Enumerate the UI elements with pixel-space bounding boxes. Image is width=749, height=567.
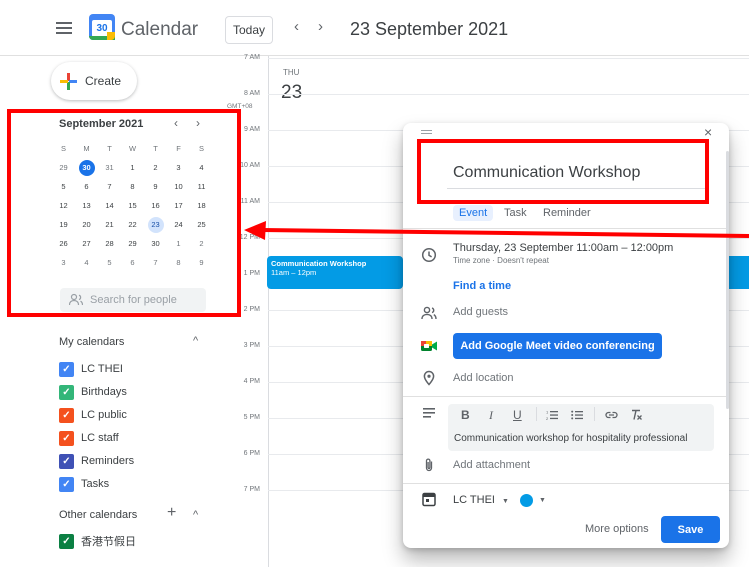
- checkbox-checked-icon[interactable]: ✓: [59, 533, 74, 549]
- location-icon: [423, 370, 435, 386]
- other-calendars-title[interactable]: Other calendars: [59, 509, 137, 521]
- find-a-time-link[interactable]: Find a time: [453, 280, 511, 292]
- collapse-my-calendars-icon[interactable]: ^: [193, 335, 198, 347]
- add-guests[interactable]: Add guests: [453, 306, 508, 318]
- main-menu-icon[interactable]: [56, 22, 72, 37]
- calendar-label: Birthdays: [81, 386, 127, 398]
- calendar-select[interactable]: LC THEI ▼: [453, 494, 509, 506]
- event-block-time: 11am – 12pm: [271, 268, 317, 277]
- calendar-event-edge: [728, 256, 749, 289]
- event-color-select[interactable]: ▼: [520, 494, 546, 507]
- chevron-down-icon: ▼: [502, 498, 509, 505]
- attachment-icon: [425, 458, 433, 472]
- previous-day-icon[interactable]: ‹: [294, 18, 299, 35]
- link-icon[interactable]: [605, 410, 618, 420]
- time-label: 9 AM: [244, 126, 260, 133]
- event-color-swatch: [520, 494, 533, 507]
- create-label: Create: [85, 74, 122, 88]
- red-arrow: [244, 221, 749, 240]
- hour-line: [268, 58, 749, 59]
- event-description[interactable]: Communication workshop for hospitality p…: [454, 433, 687, 444]
- calendar-label: LC public: [81, 409, 127, 421]
- add-location[interactable]: Add location: [453, 372, 514, 384]
- italic-icon[interactable]: I: [489, 408, 493, 423]
- add-google-meet-button[interactable]: Add Google Meet video conferencing: [453, 333, 662, 359]
- bold-icon[interactable]: B: [461, 408, 470, 422]
- description-icon: [423, 408, 435, 418]
- chevron-down-icon: ▼: [539, 497, 546, 504]
- save-button[interactable]: Save: [661, 516, 720, 543]
- more-options-button[interactable]: More options: [585, 523, 649, 535]
- underline-icon[interactable]: U: [513, 408, 522, 422]
- checkbox-checked-icon[interactable]: ✓: [59, 361, 74, 377]
- time-label: 2 PM: [243, 306, 260, 313]
- svg-text:1: 1: [546, 410, 549, 415]
- toolbar-divider: [536, 407, 537, 421]
- timezone-repeat[interactable]: Time zone · Doesn't repeat: [453, 256, 549, 265]
- add-guests-icon: [421, 306, 437, 320]
- numbered-list-icon[interactable]: 1 2: [546, 409, 558, 421]
- time-label: 8 AM: [244, 90, 260, 97]
- calendar-label: Reminders: [81, 455, 135, 467]
- top-bar: 30 Calendar Today ‹ › 23 September 2021: [0, 0, 749, 56]
- current-date-title: 23 September 2021: [350, 19, 509, 39]
- app-name: Calendar: [121, 19, 199, 40]
- calendar-list-item[interactable]: ✓ Reminders: [59, 452, 134, 470]
- event-block-title: Communication Workshop: [271, 259, 367, 268]
- my-calendars-title[interactable]: My calendars: [59, 336, 124, 348]
- clock-icon: [421, 247, 437, 263]
- calendar-icon: [422, 492, 436, 507]
- time-label: 7 AM: [244, 54, 260, 61]
- time-label: 7 PM: [243, 486, 260, 493]
- calendar-list-item[interactable]: ✓ LC staff: [59, 429, 119, 447]
- calendar-label: LC THEI: [81, 363, 123, 375]
- hour-line: [268, 94, 749, 95]
- dialog-divider: [403, 483, 729, 484]
- calendar-event[interactable]: Communication Workshop 11am – 12pm: [267, 256, 403, 289]
- time-label: 5 PM: [243, 414, 260, 421]
- calendar-list-item[interactable]: ✓ LC THEI: [59, 360, 123, 378]
- time-label: 1 PM: [243, 270, 260, 277]
- calendar-list-item[interactable]: ✓ Birthdays: [59, 383, 127, 401]
- add-attachment[interactable]: Add attachment: [453, 459, 530, 471]
- calendar-list-item[interactable]: ✓ Tasks: [59, 475, 109, 493]
- calendar-label: LC staff: [81, 432, 119, 444]
- bulleted-list-icon[interactable]: [571, 409, 583, 421]
- checkbox-checked-icon[interactable]: ✓: [59, 430, 74, 446]
- checkbox-checked-icon[interactable]: ✓: [59, 476, 74, 492]
- collapse-other-calendars-icon[interactable]: ^: [193, 509, 198, 521]
- calendar-label: Tasks: [81, 478, 110, 490]
- calendar-list-item[interactable]: ✓ 香港节假日: [59, 532, 136, 550]
- google-meet-icon: [421, 341, 437, 351]
- time-label: 3 PM: [243, 342, 260, 349]
- remove-formatting-icon[interactable]: [630, 409, 643, 421]
- highlight-mini-calendar: [7, 109, 241, 317]
- calendar-label: 香港节假日: [81, 536, 136, 548]
- toolbar-divider: [594, 407, 595, 421]
- time-label: 4 PM: [243, 378, 260, 385]
- calendar-app: 30 Calendar Today ‹ › 23 September 2021 …: [0, 0, 749, 567]
- time-label: 6 PM: [243, 450, 260, 457]
- today-button[interactable]: Today: [225, 16, 273, 44]
- checkbox-checked-icon[interactable]: ✓: [59, 407, 74, 423]
- highlight-title-field: [417, 139, 709, 204]
- time-label: 11 AM: [240, 198, 260, 205]
- calendar-logo-icon: 30: [89, 14, 115, 40]
- dialog-scrollbar[interactable]: [726, 151, 729, 409]
- calendar-select-label: LC THEI: [453, 494, 495, 506]
- add-other-calendar-icon[interactable]: +: [167, 504, 176, 522]
- svg-text:2: 2: [546, 416, 549, 421]
- day-of-week-header: THU: [283, 68, 300, 77]
- checkbox-checked-icon[interactable]: ✓: [59, 384, 74, 400]
- drag-handle-icon[interactable]: [421, 130, 432, 136]
- plus-icon: [60, 73, 77, 90]
- close-icon[interactable]: ×: [704, 124, 712, 140]
- create-button[interactable]: Create: [51, 62, 137, 100]
- time-label: 10 AM: [240, 162, 260, 169]
- day-number-header[interactable]: 23: [281, 82, 302, 104]
- next-day-icon[interactable]: ›: [318, 18, 323, 35]
- dialog-divider: [403, 396, 729, 397]
- checkbox-checked-icon[interactable]: ✓: [59, 453, 74, 469]
- calendar-list-item[interactable]: ✓ LC public: [59, 406, 127, 424]
